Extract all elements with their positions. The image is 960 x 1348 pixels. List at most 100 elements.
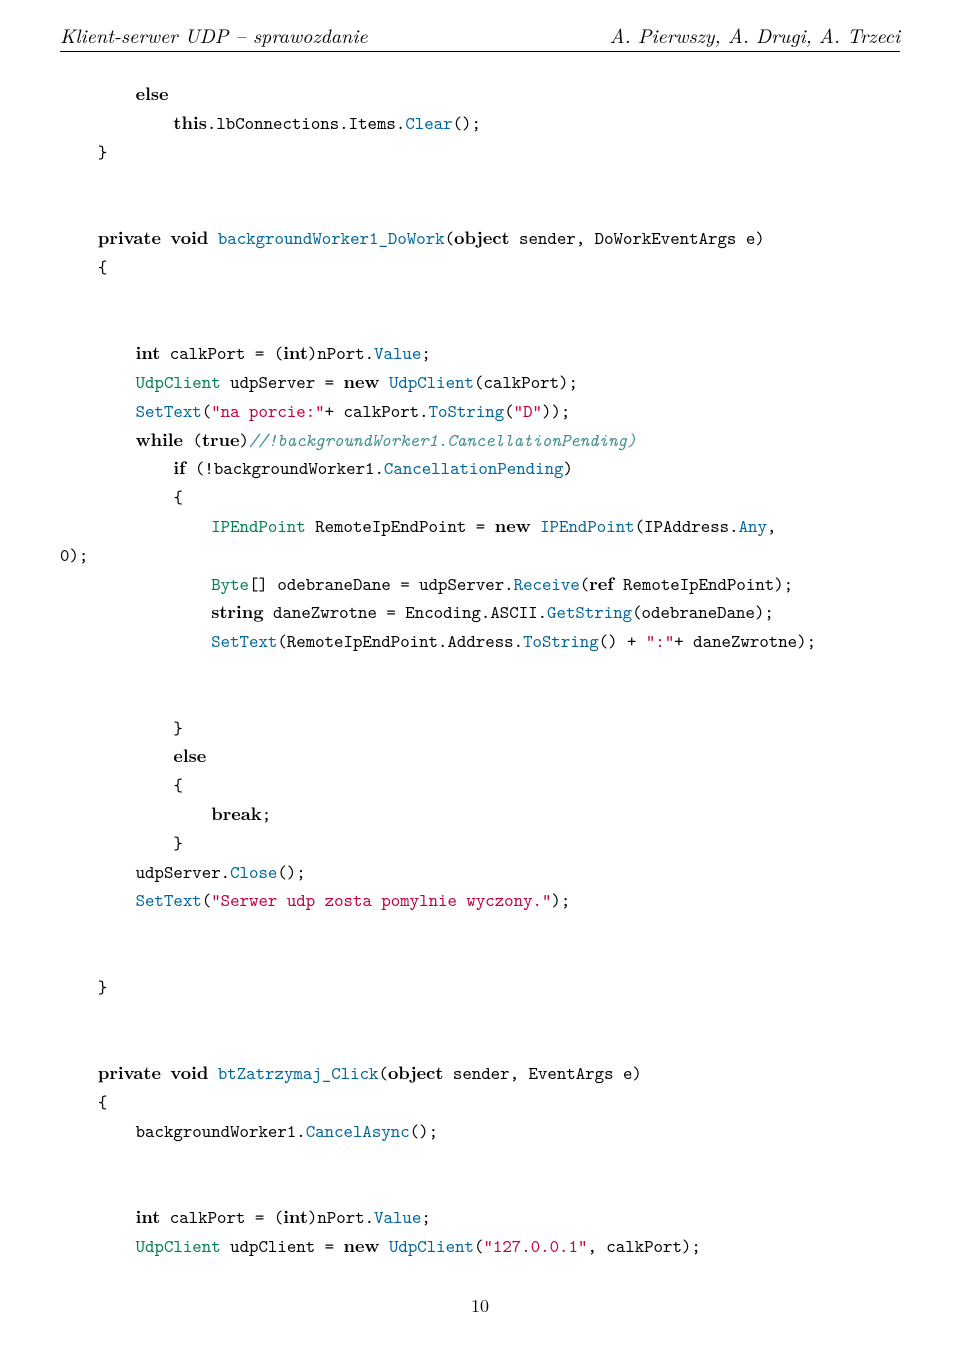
txt: calkPort = (	[160, 1205, 283, 1229]
txt: ;	[421, 1205, 430, 1229]
lit: "127.0.0.1"	[483, 1234, 587, 1258]
fn-btzatrzymaj: btZatrzymaj_Click	[218, 1061, 379, 1085]
typ-udpclient: UdpClient	[136, 370, 221, 394]
page-header: Klient-serwer UDP – sprawozdanie A. Pier…	[60, 20, 900, 49]
kw-int: int	[283, 1204, 308, 1229]
lit: "Serwer udp zosta pomylnie wyczony."	[211, 888, 551, 912]
txt: sender, EventArgs e)	[443, 1061, 641, 1085]
fn-value: Value	[374, 341, 421, 365]
fn-cancelasync: CancelAsync	[306, 1119, 410, 1143]
txt: RemoteIpEndPoint =	[306, 514, 495, 538]
fn-receive: Receive	[514, 572, 580, 596]
kw-else: else	[136, 81, 169, 106]
kw-new: new	[344, 1233, 380, 1258]
fn-any: Any	[739, 514, 767, 538]
kw-private: private	[98, 1060, 161, 1085]
txt: )	[563, 456, 572, 480]
txt: [] odebraneDane = udpServer.	[249, 572, 514, 596]
txt: backgroundWorker1.	[136, 1119, 306, 1143]
txt: (!backgroundWorker1.	[185, 456, 383, 480]
txt: + daneZwrotne);	[674, 629, 816, 653]
brace: }	[98, 975, 107, 999]
txt: (	[183, 428, 202, 452]
txt: ();	[453, 111, 481, 135]
txt: daneZwrotne = Encoding.ASCII.	[264, 600, 548, 624]
txt: udpServer.	[136, 860, 231, 884]
kw-break: break	[211, 801, 262, 826]
brace: {	[98, 1090, 107, 1114]
txt: ();	[410, 1119, 438, 1143]
txt: ));	[542, 399, 570, 423]
page-number: 10	[60, 1293, 900, 1318]
fn-settext: SetText	[136, 399, 202, 423]
fn-settext: SetText	[136, 888, 202, 912]
txt: 0);	[60, 543, 88, 567]
brace: {	[98, 255, 107, 279]
kw-object: object	[388, 1060, 443, 1085]
txt: udpClient =	[221, 1234, 344, 1258]
kw-int: int	[136, 1204, 161, 1229]
comment: //!backgroundWorker1.CancellationPending…	[249, 428, 636, 452]
fn-tostring: ToString	[523, 629, 599, 653]
header-left: Klient-serwer UDP – sprawozdanie	[60, 20, 368, 49]
txt: ;	[421, 341, 430, 365]
fn-udpclient: UdpClient	[389, 370, 474, 394]
kw-string: string	[211, 599, 263, 624]
brace: {	[173, 485, 182, 509]
kw-private: private	[98, 225, 161, 250]
lit: "D"	[514, 399, 542, 423]
fn-tostring: ToString	[429, 399, 505, 423]
txt: (RemoteIpEndPoint.Address.	[277, 629, 523, 653]
fn-value: Value	[374, 1205, 421, 1229]
kw-int: int	[283, 340, 308, 365]
txt: )	[240, 428, 249, 452]
brace: {	[173, 773, 182, 797]
lit: ":"	[646, 629, 674, 653]
kw-if: if	[173, 455, 185, 480]
brace: }	[173, 716, 182, 740]
typ-udpclient: UdpClient	[136, 1234, 221, 1258]
kw-void: void	[170, 225, 208, 250]
kw-while: while	[136, 427, 183, 452]
typ-ipendpoint: IPEndPoint	[211, 514, 306, 538]
kw-new: new	[344, 369, 380, 394]
kw-true: true	[202, 427, 240, 452]
fn-settext: SetText	[211, 629, 277, 653]
fn-close: Close	[230, 860, 277, 884]
txt: (odebraneDane);	[632, 600, 774, 624]
txt: ;	[262, 802, 271, 826]
kw-void: void	[170, 1060, 208, 1085]
fn-ipendpoint: IPEndPoint	[540, 514, 635, 538]
txt: calkPort = (	[160, 341, 283, 365]
txt: (IPAddress.	[635, 514, 739, 538]
txt: )nPort.	[308, 341, 374, 365]
fn-clear: Clear	[405, 111, 452, 135]
header-rule	[60, 51, 900, 52]
header-right: A. Pierwszy, A. Drugi, A. Trzeci	[610, 20, 900, 49]
txt: () +	[599, 629, 646, 653]
txt: )nPort.	[308, 1205, 374, 1229]
txt: );	[551, 888, 570, 912]
txt: udpServer =	[221, 370, 344, 394]
txt: sender, DoWorkEventArgs e)	[510, 226, 765, 250]
txt: , calkPort);	[587, 1234, 700, 1258]
txt: ,	[767, 514, 776, 538]
brace: }	[173, 831, 182, 855]
brace: }	[98, 140, 107, 164]
txt: .lbConnections.Items.	[207, 111, 405, 135]
fn-cancel: CancellationPending	[384, 456, 564, 480]
txt: ();	[277, 860, 305, 884]
fn-dowork: backgroundWorker1_DoWork	[218, 226, 445, 250]
kw-else: else	[173, 743, 206, 768]
fn-getstring: GetString	[547, 600, 632, 624]
page: Klient-serwer UDP – sprawozdanie A. Pier…	[0, 0, 960, 1348]
typ-byte: Byte	[211, 572, 249, 596]
kw-ref: ref	[589, 571, 613, 596]
lit: "na porcie:"	[211, 399, 324, 423]
kw-this: this	[173, 110, 206, 135]
fn-udpclient: UdpClient	[389, 1234, 474, 1258]
kw-new: new	[495, 513, 531, 538]
txt: RemoteIpEndPoint);	[614, 572, 794, 596]
txt: (calkPort);	[474, 370, 578, 394]
kw-int: int	[136, 340, 161, 365]
